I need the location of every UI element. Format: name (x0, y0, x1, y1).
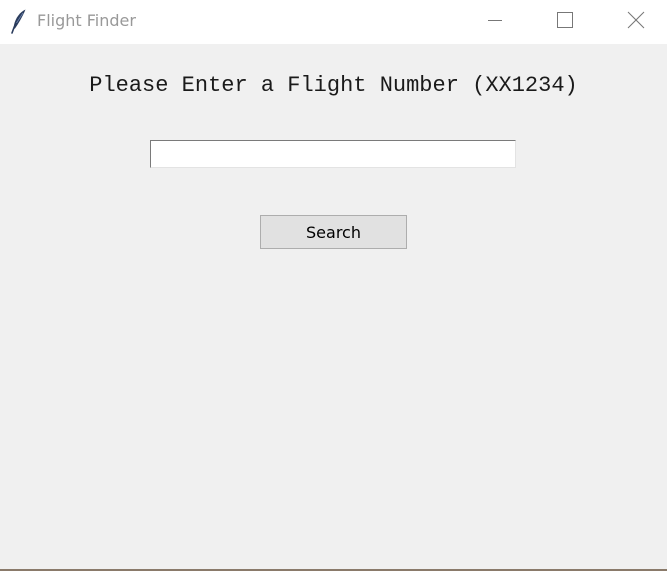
close-icon (627, 11, 645, 34)
main-content: Please Enter a Flight Number (XX1234) Se… (0, 44, 667, 569)
flight-number-prompt: Please Enter a Flight Number (XX1234) (89, 73, 578, 98)
flight-number-input[interactable] (150, 140, 516, 168)
feather-icon (10, 8, 28, 34)
minimize-button[interactable] (472, 0, 518, 44)
close-button[interactable] (613, 0, 659, 44)
maximize-button[interactable] (542, 0, 588, 44)
title-bar[interactable]: Flight Finder (0, 0, 667, 44)
app-window: Flight Finder Please Enter a Flight Numb… (0, 0, 667, 571)
search-button[interactable]: Search (260, 215, 407, 249)
minimize-icon (487, 12, 503, 33)
maximize-icon (557, 11, 573, 33)
window-title: Flight Finder (37, 11, 136, 30)
